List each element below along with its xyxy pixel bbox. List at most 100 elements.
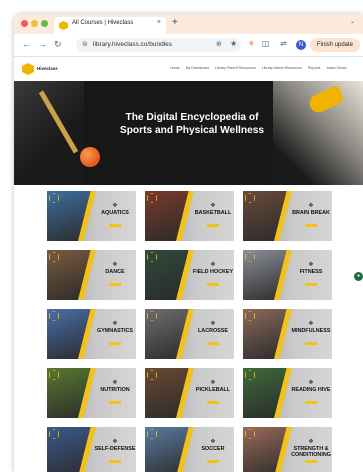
site-header: Hiveclass Home My Dashboard Library Pare… [14,57,363,81]
profile-avatar[interactable]: N [296,40,306,50]
category-accent-bar [207,401,219,404]
bee-icon: ❖ [112,321,118,327]
category-label: PICKLEBALL [195,387,231,393]
category-card[interactable]: ❖ GYMNASTICS [47,309,136,359]
hiveclass-logo-icon[interactable] [22,63,34,75]
category-accent-bar [305,460,317,463]
category-card[interactable]: ❖ FIELD HOCKEY [145,250,234,300]
nav-reports[interactable]: Reports [308,66,321,70]
tab-search-icon[interactable]: ⌄ [350,18,355,25]
category-card[interactable]: ❖ SELF-DEFENSE [47,427,136,472]
category-card[interactable]: ❖ BRAIN BREAK [243,191,332,241]
category-accent-bar [109,460,121,463]
tab-close-icon[interactable]: × [157,19,161,26]
hero-title: The Digital Encyclopedia of Sports and P… [102,111,282,137]
hero-banner: The Digital Encyclopedia of Sports and P… [14,81,363,185]
category-label: STRENGTH & CONDITIONING [291,446,331,458]
category-card[interactable]: ❖ LACROSSE [145,309,234,359]
category-label: SOCCER [201,446,225,452]
category-accent-bar [207,460,219,463]
bee-icon: ❖ [308,380,314,386]
category-card[interactable]: ❖ DANCE [47,250,136,300]
nav-asian-studio[interactable]: Asian Studio [326,66,346,70]
forward-arrow-icon[interactable]: → [38,39,47,49]
category-label: BASKETBALL [194,210,232,216]
nav-library-admin-resources[interactable]: Library Admin Resources [262,66,302,70]
category-accent-bar [109,342,121,345]
category-accent-bar [305,224,317,227]
logo-text[interactable]: Hiveclass [37,66,58,71]
extension-icon[interactable]: ✳ [248,39,255,48]
bee-icon: ❖ [112,262,118,268]
category-accent-bar [207,283,219,286]
category-card[interactable]: ❖ PICKLEBALL [145,368,234,418]
category-label: BRAIN BREAK [292,210,330,216]
category-label: MINDFULNESS [291,328,331,334]
bookmark-star-icon[interactable]: ★ [230,39,237,48]
hero-collage-left [14,81,84,185]
finish-update-button[interactable]: Finish update [310,38,360,52]
bee-icon: ❖ [112,380,118,386]
browser-window: All Courses | Hiveclass × + ⌄ ← → ↻ ⊜ li… [14,14,363,472]
puzzle-extensions-icon[interactable]: ◫ [262,39,270,48]
category-card[interactable]: ❖ AQUATICS [47,191,136,241]
bee-icon: ❖ [308,262,314,268]
zoom-icon[interactable]: ⊕ [216,40,222,48]
category-label: DANCE [105,269,125,275]
reload-icon[interactable]: ↻ [54,39,62,50]
category-accent-bar [207,224,219,227]
back-arrow-icon[interactable]: ← [22,39,31,49]
ball-image [80,147,100,167]
bee-icon: ❖ [210,439,216,445]
category-label: SELF-DEFENSE [94,446,136,452]
category-label: NUTRITION [100,387,130,393]
bee-icon: ❖ [112,203,118,209]
category-accent-bar [109,224,121,227]
category-card[interactable]: ❖ SOCCER [145,427,234,472]
category-accent-bar [207,342,219,345]
bee-icon: ❖ [308,321,314,327]
nav-library-parent-resources[interactable]: Library Parent Resources [215,66,256,70]
address-bar: ← → ↻ ⊜ library.hiveclass.co/bundles ⊕ ★… [14,34,363,57]
hero-title-line-1: The Digital Encyclopedia of [125,112,259,123]
url-text[interactable]: library.hiveclass.co/bundles [93,41,172,48]
maximize-window-button[interactable] [41,20,48,27]
url-field[interactable]: ⊜ library.hiveclass.co/bundles ⊕ ★ [76,38,241,52]
category-accent-bar [305,342,317,345]
bee-icon: ❖ [210,380,216,386]
category-accent-bar [109,401,121,404]
bee-icon: ❖ [210,321,216,327]
category-card[interactable]: ❖ BASKETBALL [145,191,234,241]
new-tab-button[interactable]: + [172,17,178,28]
close-window-button[interactable] [21,20,28,27]
nav-my-dashboard[interactable]: My Dashboard [186,66,209,70]
category-label: AQUATICS [101,210,129,216]
site-info-icon[interactable]: ⊜ [82,40,88,48]
chat-widget-icon[interactable]: ● [354,272,363,281]
category-label: GYMNASTICS [97,328,133,334]
active-tab[interactable]: All Courses | Hiveclass × [54,17,166,34]
minimize-window-button[interactable] [31,20,38,27]
category-card[interactable]: ❖ STRENGTH & CONDITIONING [243,427,332,472]
nav-home[interactable]: Home [170,66,180,70]
hiveclass-favicon-icon [59,21,68,30]
hero-title-line-2: Sports and Physical Wellness [119,125,265,136]
category-card[interactable]: ❖ MINDFULNESS [243,309,332,359]
site-nav: Home My Dashboard Library Parent Resourc… [170,66,347,70]
category-label: READING HIVE [291,387,331,393]
category-card[interactable]: ❖ READING HIVE [243,368,332,418]
bee-icon: ❖ [112,439,118,445]
category-accent-bar [109,283,121,286]
bee-icon: ❖ [210,203,216,209]
category-label: LACROSSE [198,328,228,334]
category-accent-bar [305,401,317,404]
category-label: FIELD HOCKEY [192,269,234,275]
category-card[interactable]: ❖ FITNESS [243,250,332,300]
category-card[interactable]: ❖ NUTRITION [47,368,136,418]
tab-bar: All Courses | Hiveclass × + ⌄ [14,14,363,34]
cast-icon[interactable]: ⇌ [280,39,287,48]
bee-icon: ❖ [308,439,314,445]
category-label: FITNESS [299,269,323,275]
bee-icon: ❖ [210,262,216,268]
tab-title: All Courses | Hiveclass [72,20,134,26]
